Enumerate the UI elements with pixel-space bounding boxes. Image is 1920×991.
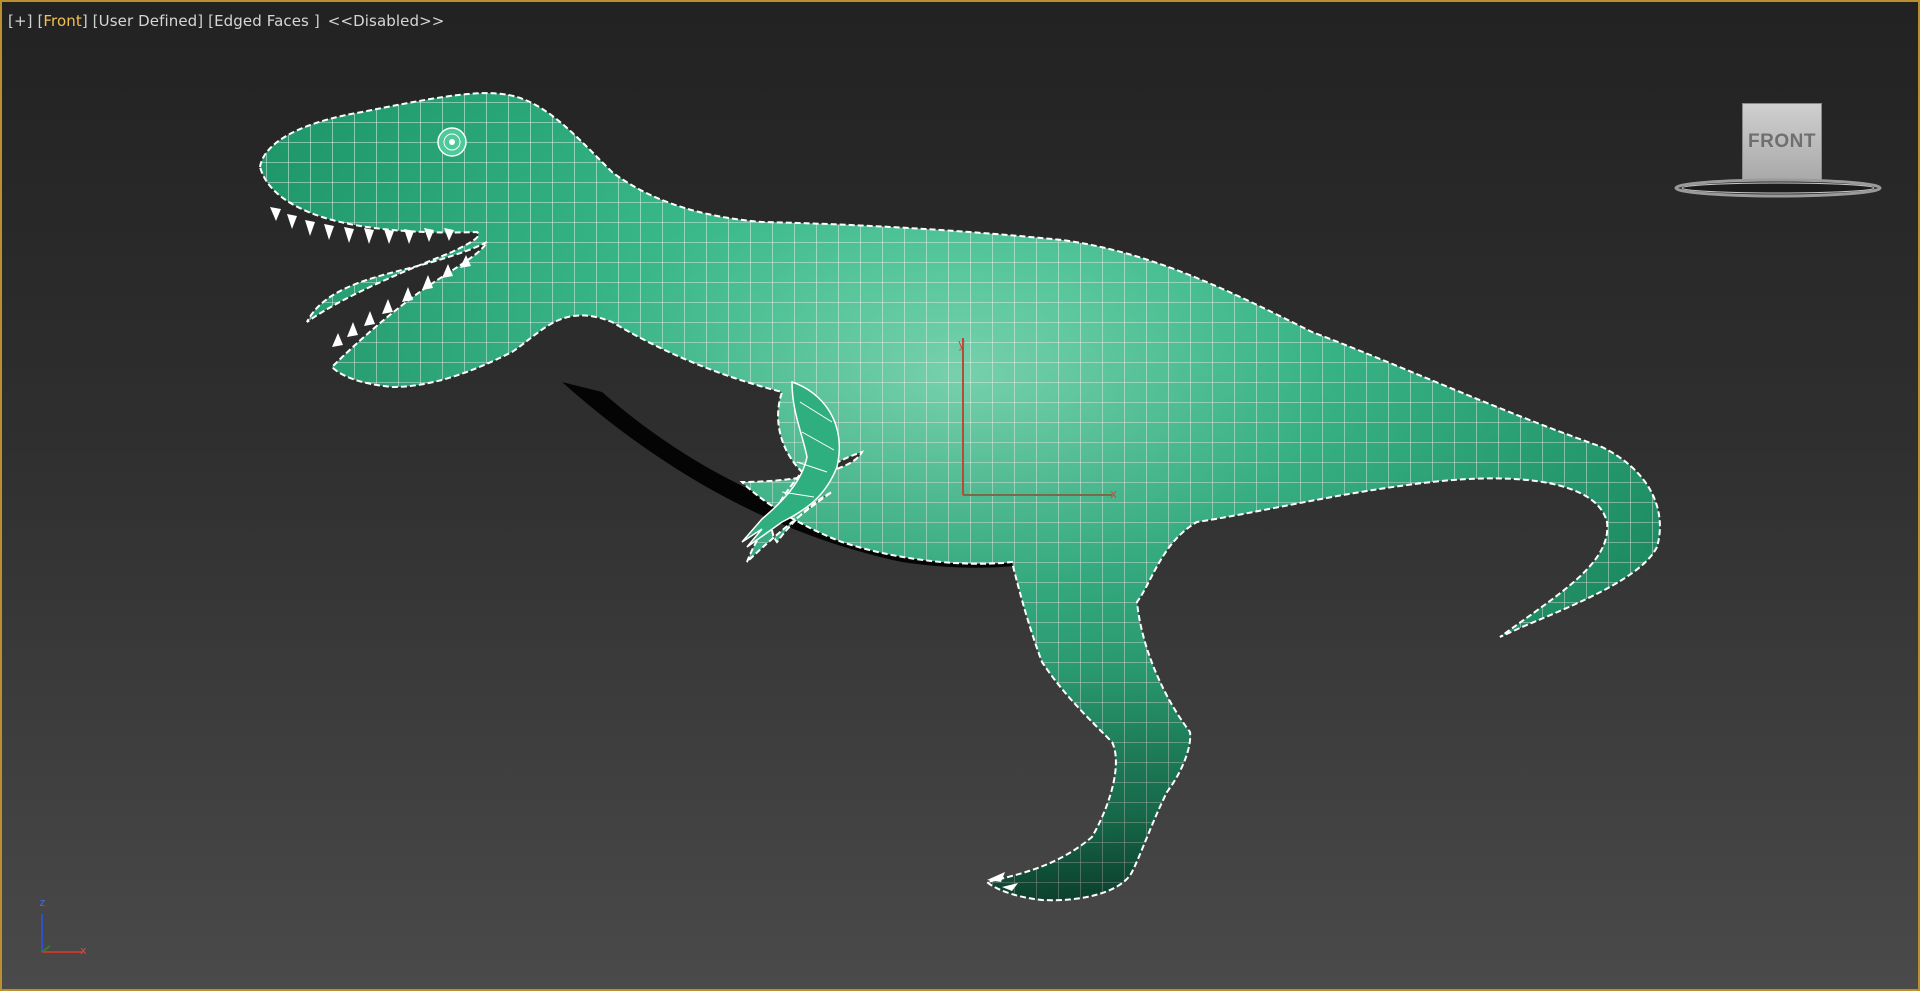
gizmo-y-label: y: [958, 337, 965, 351]
world-axis-tripod: z x: [30, 896, 100, 962]
viewcube[interactable]: FRONT: [1674, 98, 1884, 202]
gizmo-x-label: x: [1110, 487, 1117, 501]
dinosaur-eye: [437, 127, 467, 157]
axis-z-label: z: [39, 896, 46, 909]
dinosaur-mesh-scene[interactable]: y x: [2, 2, 1918, 989]
axis-tripod-lines: [41, 914, 82, 953]
axis-x-label: x: [80, 944, 87, 957]
viewcube-front-face[interactable]: FRONT: [1742, 103, 1822, 181]
front-viewport[interactable]: [+] [Front] [User Defined] [Edged Faces …: [0, 0, 1920, 991]
viewcube-compass-ring[interactable]: [1674, 176, 1882, 200]
dinosaur-mesh[interactable]: [242, 82, 1682, 922]
